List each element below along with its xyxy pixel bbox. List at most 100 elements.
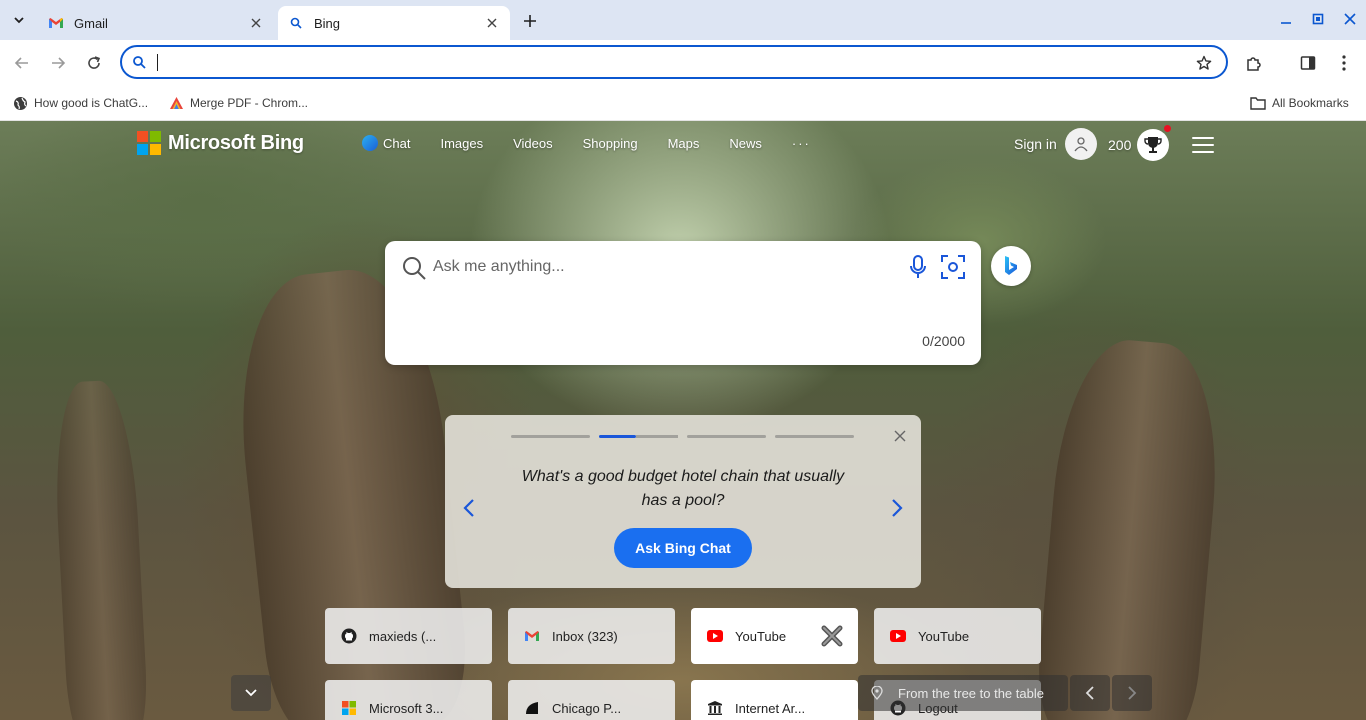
new-tab-button[interactable]	[518, 9, 542, 33]
bing-homepage: Microsoft Bing Chat Images Videos Shoppi…	[0, 121, 1366, 720]
quick-link-tile[interactable]: YouTube	[691, 608, 858, 664]
user-icon	[1074, 137, 1088, 152]
nav-chat[interactable]: Chat	[362, 135, 410, 151]
side-panel-button[interactable]	[1296, 51, 1320, 75]
rewards-button[interactable]	[1137, 129, 1169, 161]
bookmark-item[interactable]: Merge PDF - Chrom...	[168, 92, 308, 114]
tile-label: Chicago P...	[552, 700, 622, 716]
chevron-right-icon[interactable]	[889, 497, 905, 519]
image-caption: From the tree to the table	[898, 685, 1044, 701]
expand-feed-button[interactable]	[231, 675, 271, 711]
back-button[interactable]	[10, 51, 34, 75]
avatar	[1064, 128, 1097, 160]
extensions-button[interactable]	[1242, 51, 1266, 75]
nav-more-button[interactable]: ···	[792, 136, 811, 151]
nav-label: Videos	[513, 135, 553, 151]
image-info-button[interactable]: From the tree to the table	[858, 675, 1068, 711]
background-image	[50, 379, 150, 720]
tab-bing[interactable]: Bing	[278, 6, 510, 40]
chevron-left-icon[interactable]	[461, 497, 477, 519]
microphone-icon	[910, 255, 926, 278]
search-box: 0/2000	[385, 241, 981, 365]
tile-label: Internet Ar...	[735, 700, 806, 716]
nav-videos[interactable]: Videos	[513, 136, 553, 151]
close-icon[interactable]	[248, 15, 264, 31]
nav-label: News	[729, 135, 762, 151]
reload-button[interactable]	[82, 51, 106, 75]
address-bar[interactable]	[120, 45, 1228, 79]
background-image	[1032, 334, 1228, 720]
next-image-button[interactable]	[1112, 675, 1152, 711]
nav-images[interactable]: Images	[440, 136, 483, 151]
nav-maps[interactable]: Maps	[668, 136, 700, 151]
bing-chat-button[interactable]	[991, 246, 1031, 286]
browser-toolbar	[0, 40, 1366, 86]
tab-gmail[interactable]: Gmail	[38, 6, 274, 40]
bing-logo[interactable]: Microsoft Bing	[137, 131, 304, 155]
carousel-dot[interactable]	[687, 435, 766, 438]
quick-link-tile[interactable]: Chicago P...	[508, 680, 675, 720]
forward-button[interactable]	[46, 51, 70, 75]
restore-icon	[1312, 13, 1324, 25]
address-input[interactable]	[156, 51, 1176, 73]
remove-tile-icon[interactable]	[820, 624, 844, 648]
arrow-right-icon	[52, 57, 66, 69]
nav-label: Maps	[667, 135, 700, 151]
sign-in-button[interactable]: Sign in	[1014, 128, 1097, 160]
bookmarks-bar: How good is ChatG... Merge PDF - Chrom..…	[0, 86, 1366, 121]
carousel-dot-active[interactable]	[599, 435, 678, 438]
close-icon	[1344, 13, 1356, 25]
quick-link-tile[interactable]: Microsoft 3...	[325, 680, 492, 720]
puzzle-icon	[1247, 57, 1261, 71]
arrow-left-icon	[14, 57, 28, 69]
chevron-down-icon	[14, 17, 24, 24]
carousel-dot[interactable]	[511, 435, 590, 438]
search-icon	[403, 257, 426, 280]
tile-label: YouTube	[735, 628, 787, 644]
nav-label: Images	[440, 135, 484, 151]
bookmark-item[interactable]: How good is ChatG...	[12, 92, 148, 114]
gmail-icon	[524, 628, 540, 644]
visual-search-button[interactable]	[939, 253, 967, 281]
tab-search-button[interactable]	[6, 8, 32, 32]
quick-link-tile[interactable]: YouTube	[874, 608, 1041, 664]
tile-label: Inbox (323)	[552, 628, 618, 644]
tile-label: Microsoft 3...	[369, 700, 444, 716]
nav-news[interactable]: News	[729, 136, 762, 151]
quick-link-tile[interactable]: maxieds (...	[325, 608, 492, 664]
close-window-button[interactable]	[1338, 8, 1362, 30]
suggested-question: What's a good budget hotel chain that us…	[521, 468, 845, 509]
close-icon[interactable]	[484, 15, 500, 31]
microsoft-icon	[341, 700, 357, 716]
ask-bing-chat-button[interactable]: Ask Bing Chat	[614, 528, 752, 568]
restore-button[interactable]	[1306, 8, 1330, 30]
carousel-indicators	[511, 435, 863, 438]
tab-title: Gmail	[74, 15, 108, 31]
close-icon[interactable]	[893, 429, 907, 443]
quick-link-tile[interactable]: Internet Ar...	[691, 680, 858, 720]
search-input[interactable]	[433, 255, 893, 279]
archive-icon	[707, 700, 723, 716]
voice-search-button[interactable]	[905, 253, 931, 281]
chat-icon	[362, 135, 378, 151]
quick-link-tile[interactable]: Inbox (323)	[508, 608, 675, 664]
tile-label: maxieds (...	[369, 628, 437, 644]
nav-shopping[interactable]: Shopping	[583, 136, 638, 151]
nav-label: Chat	[383, 135, 411, 151]
folder-icon	[1250, 95, 1266, 111]
minimize-button[interactable]	[1274, 8, 1298, 30]
bookmark-star-button[interactable]	[1194, 53, 1214, 73]
github-icon	[341, 628, 357, 644]
rewards-points[interactable]: 200	[1108, 137, 1131, 153]
carousel-dot[interactable]	[775, 435, 854, 438]
chat-suggestion-carousel: What's a good budget hotel chain that us…	[445, 415, 921, 588]
microsoft-logo-icon	[137, 131, 161, 155]
camera-scan-icon	[941, 255, 965, 279]
browser-menu-button[interactable]	[1332, 51, 1356, 75]
globe-icon	[12, 95, 28, 111]
all-bookmarks-button[interactable]: All Bookmarks	[1250, 92, 1349, 114]
chicago-icon	[524, 700, 540, 716]
settings-menu-button[interactable]	[1192, 137, 1214, 153]
previous-image-button[interactable]	[1070, 675, 1110, 711]
side-panel-icon	[1300, 56, 1316, 70]
